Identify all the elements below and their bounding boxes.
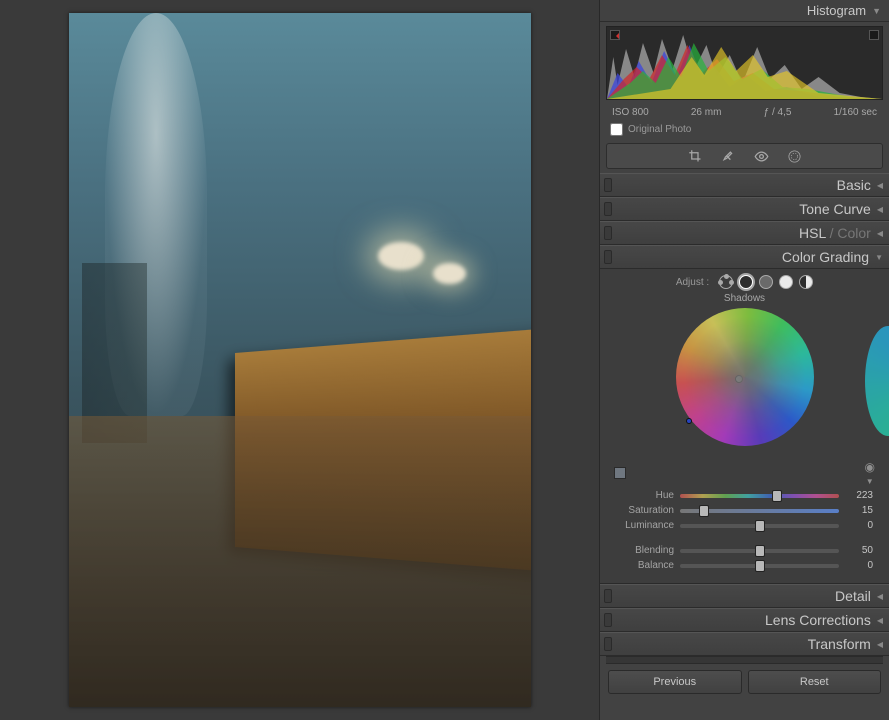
adjust-target-row: Adjust : (606, 275, 883, 289)
transform-section-header[interactable]: Transform ◀ (600, 632, 889, 656)
slider-thumb[interactable] (755, 560, 765, 572)
saturation-value: 15 (845, 505, 873, 516)
chevron-left-icon: ◀ (877, 640, 883, 649)
midtones-wheel-icon[interactable] (759, 275, 773, 289)
panel-toggle-icon[interactable] (604, 637, 612, 651)
panel-toggle-icon[interactable] (604, 178, 612, 192)
color-wheel-container (606, 308, 883, 458)
color-wheel-handle[interactable] (735, 375, 743, 383)
highlight-clipping-indicator[interactable] (869, 30, 879, 40)
original-photo-checkbox[interactable] (610, 123, 623, 136)
hue-slider-row: Hue 223 (606, 488, 883, 503)
panel-toggle-icon[interactable] (604, 250, 612, 264)
visibility-eye-icon[interactable]: ◉ (865, 460, 875, 474)
lens-section-header[interactable]: Lens Corrections ◀ (600, 608, 889, 632)
slider-thumb[interactable] (772, 490, 782, 502)
balance-value: 0 (845, 560, 873, 571)
transform-title: Transform (808, 636, 871, 652)
colorgrade-subhead: Shadows (606, 293, 883, 304)
lens-title: Lens Corrections (765, 612, 871, 628)
balance-label: Balance (616, 560, 674, 571)
masking-tool-icon[interactable] (787, 149, 802, 164)
colorgrading-body: Adjust : Shadows ◉ ▼ Hue 223 (600, 269, 889, 584)
crop-tool-icon[interactable] (688, 149, 703, 164)
adjust-label: Adjust : (676, 277, 709, 288)
panel-toggle-icon[interactable] (604, 613, 612, 627)
slider-thumb[interactable] (755, 545, 765, 557)
chevron-left-icon: ◀ (877, 592, 883, 601)
blending-slider-row: Blending 50 (606, 543, 883, 558)
slider-thumb[interactable] (699, 505, 709, 517)
basic-title: Basic (837, 177, 871, 193)
highlights-wheel-icon[interactable] (779, 275, 793, 289)
hue-slider[interactable] (680, 494, 839, 498)
chevron-left-icon: ◀ (877, 229, 883, 238)
develop-right-panel: Histogram ▼ ISO 800 26 mm ƒ / 4,5 1/160 … (599, 0, 889, 720)
histogram-graph[interactable] (606, 26, 883, 100)
tonecurve-title: Tone Curve (799, 201, 871, 217)
luminance-label: Luminance (616, 520, 674, 531)
luminance-slider[interactable] (680, 524, 839, 528)
exif-shutter: 1/160 sec (834, 107, 877, 118)
shadows-wheel-icon[interactable] (739, 275, 753, 289)
luminance-slider-row: Luminance 0 (606, 518, 883, 533)
exif-focal: 26 mm (691, 107, 722, 118)
expand-sliders-icon[interactable]: ▼ (866, 477, 874, 486)
hue-label: Hue (616, 490, 674, 501)
basic-section-header[interactable]: Basic ◀ (600, 173, 889, 197)
next-color-wheel-peek[interactable] (865, 326, 889, 436)
hsl-section-header[interactable]: HSL / Color ◀ (600, 221, 889, 245)
saturation-slider[interactable] (680, 509, 839, 513)
chevron-down-icon: ▼ (875, 253, 883, 262)
histogram-header[interactable]: Histogram ▼ (600, 0, 889, 22)
detail-title: Detail (835, 588, 871, 604)
colorgrading-section-header[interactable]: Color Grading ▼ (600, 245, 889, 269)
reset-button[interactable]: Reset (748, 670, 882, 694)
histogram-icon (607, 27, 882, 99)
chevron-left-icon: ◀ (877, 205, 883, 214)
balance-slider[interactable] (680, 564, 839, 568)
blending-slider[interactable] (680, 549, 839, 553)
exif-iso: ISO 800 (612, 107, 649, 118)
color-swatch[interactable] (614, 467, 626, 479)
colorgrading-title: Color Grading (782, 249, 869, 265)
previous-button[interactable]: Previous (608, 670, 742, 694)
hsl-title: HSL / Color (799, 225, 871, 241)
panel-scrollbar[interactable] (606, 656, 883, 664)
slider-thumb[interactable] (755, 520, 765, 532)
exif-aperture: ƒ / 4,5 (764, 107, 792, 118)
histogram-title: Histogram (807, 3, 866, 18)
healing-tool-icon[interactable] (721, 149, 736, 164)
original-photo-row: Original Photo (600, 120, 889, 141)
local-tools-strip (606, 143, 883, 169)
original-photo-label: Original Photo (628, 124, 691, 135)
panel-toggle-icon[interactable] (604, 226, 612, 240)
hue-value: 223 (845, 490, 873, 501)
chevron-left-icon: ◀ (877, 181, 883, 190)
detail-section-header[interactable]: Detail ◀ (600, 584, 889, 608)
global-wheel-icon[interactable] (799, 275, 813, 289)
color-wheel-point[interactable] (686, 418, 692, 424)
shadow-clipping-indicator[interactable] (610, 30, 620, 40)
shadows-color-wheel[interactable] (676, 308, 814, 446)
tonecurve-section-header[interactable]: Tone Curve ◀ (600, 197, 889, 221)
panel-toggle-icon[interactable] (604, 589, 612, 603)
photo-preview (69, 13, 531, 707)
balance-slider-row: Balance 0 (606, 558, 883, 573)
panel-toggle-icon[interactable] (604, 202, 612, 216)
threeway-view-icon[interactable] (719, 275, 733, 289)
exif-info: ISO 800 26 mm ƒ / 4,5 1/160 sec (600, 104, 889, 120)
blending-value: 50 (845, 545, 873, 556)
saturation-slider-row: Saturation 15 (606, 503, 883, 518)
chevron-down-icon: ▼ (872, 6, 881, 16)
footer-buttons: Previous Reset (600, 664, 889, 700)
redeye-tool-icon[interactable] (754, 149, 769, 164)
blending-label: Blending (616, 545, 674, 556)
saturation-label: Saturation (616, 505, 674, 516)
chevron-left-icon: ◀ (877, 616, 883, 625)
luminance-value: 0 (845, 520, 873, 531)
image-canvas[interactable] (0, 0, 599, 720)
